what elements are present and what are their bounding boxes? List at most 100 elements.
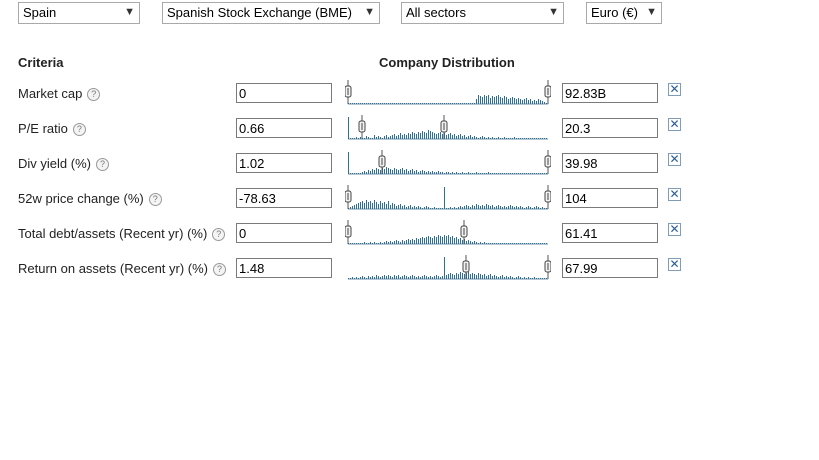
min-slider-handle[interactable] (345, 80, 352, 104)
histogram-bar (384, 275, 385, 279)
histogram-bar (442, 208, 443, 209)
min-input[interactable]: 0 (236, 83, 332, 103)
remove-icon[interactable]: ✕ (668, 258, 681, 271)
histogram-bar (436, 172, 437, 174)
histogram-bar (456, 237, 457, 244)
histogram-bar (412, 132, 413, 139)
histogram-bar (512, 277, 513, 279)
histogram-bar (494, 207, 495, 209)
currency-select[interactable]: Euro (€) ▼ (586, 2, 662, 24)
help-icon[interactable]: ? (212, 228, 226, 242)
histogram-bar (488, 275, 489, 279)
remove-icon[interactable]: ✕ (668, 118, 681, 131)
max-input[interactable]: 92.83B (562, 83, 658, 103)
histogram-bar (480, 173, 481, 174)
histogram-bar (440, 208, 441, 209)
sector-select[interactable]: All sectors ▼ (401, 2, 564, 24)
max-input[interactable]: 61.41 (562, 223, 658, 243)
exchange-select[interactable]: Spanish Stock Exchange (BME) ▼ (162, 2, 380, 24)
histogram-bar (476, 137, 477, 139)
remove-icon[interactable]: ✕ (668, 153, 681, 166)
min-input[interactable]: 1.02 (236, 153, 332, 173)
histogram-bar (442, 103, 443, 104)
histogram-bar (428, 207, 429, 209)
histogram-bar (498, 277, 499, 279)
min-input[interactable]: -78.63 (236, 188, 332, 208)
max-input[interactable]: 104 (562, 188, 658, 208)
histogram-bar (518, 98, 519, 104)
help-icon[interactable]: ? (87, 88, 101, 102)
criteria-label-text: Return on assets (Recent yr) (%) (18, 261, 209, 276)
min-slider-handle[interactable] (358, 115, 366, 139)
remove-icon[interactable]: ✕ (668, 188, 681, 201)
histogram-bar (440, 103, 441, 104)
histogram-bar (462, 172, 463, 174)
histogram-bar (518, 207, 519, 209)
histogram-bar (378, 136, 379, 139)
max-input[interactable]: 20.3 (562, 118, 658, 138)
help-icon[interactable]: ? (148, 193, 162, 207)
histogram-bar (374, 170, 375, 174)
max-input[interactable]: 67.99 (562, 258, 658, 278)
histogram-bar (394, 241, 395, 244)
histogram-bar (490, 206, 491, 209)
histogram-bar (388, 242, 389, 244)
histogram-bar (462, 103, 463, 104)
histogram-bar (402, 103, 403, 104)
max-input[interactable]: 39.98 (562, 153, 658, 173)
max-slider-handle[interactable] (544, 150, 551, 174)
histogram-bar (510, 138, 511, 139)
histogram-bar (456, 172, 457, 174)
histogram-bar (466, 103, 467, 104)
histogram-bar (480, 96, 481, 104)
histogram-bar (542, 138, 543, 139)
min-slider-handle[interactable] (345, 220, 352, 244)
histogram-bar (534, 100, 535, 104)
histogram-bar (384, 202, 385, 209)
histogram-bar (512, 97, 513, 104)
histogram-bar (400, 169, 401, 174)
help-icon[interactable]: ? (95, 158, 109, 172)
min-input[interactable]: 1.48 (236, 258, 332, 278)
histogram-bar (350, 103, 351, 104)
histogram-bar (396, 240, 397, 244)
remove-icon[interactable]: ✕ (668, 223, 681, 236)
histogram-bar (518, 276, 519, 279)
min-input[interactable]: 0 (236, 223, 332, 243)
histogram-bar (384, 242, 385, 244)
min-input[interactable]: 0.66 (236, 118, 332, 138)
histogram-bar (428, 171, 429, 174)
histogram-bar (528, 206, 529, 209)
histogram-bar (500, 138, 501, 139)
country-select[interactable]: Spain ▼ (18, 2, 140, 24)
histogram-bar (388, 137, 389, 139)
help-icon[interactable]: ? (72, 123, 86, 137)
help-icon[interactable]: ? (213, 263, 227, 277)
histogram-bar (412, 103, 413, 104)
max-slider-handle[interactable] (544, 80, 551, 104)
criteria-row: Market cap? 0 92.83B ✕ (0, 80, 819, 105)
currency-select-value: Euro (€) (591, 5, 638, 20)
max-slider-handle[interactable] (544, 185, 551, 209)
histogram-bar (364, 103, 365, 104)
histogram-bar (382, 138, 383, 139)
histogram-bar (366, 103, 367, 104)
histogram-bar (524, 99, 525, 104)
histogram-bar (374, 242, 375, 244)
histogram-bar (384, 169, 385, 174)
max-slider-handle[interactable] (460, 220, 468, 244)
histogram-bar (500, 173, 501, 174)
min-slider-handle[interactable] (345, 185, 352, 209)
histogram-bar (478, 173, 479, 174)
max-slider-handle[interactable] (544, 255, 551, 279)
histogram-bar (452, 208, 453, 209)
criteria-header: Criteria (18, 55, 64, 70)
histogram-bar (422, 208, 423, 209)
histogram-bar (426, 133, 427, 139)
histogram-bar (350, 173, 351, 174)
histogram-bar (520, 206, 521, 209)
histogram-bar (514, 278, 515, 279)
country-select-value: Spain (23, 5, 57, 20)
histogram-bar (472, 242, 473, 244)
remove-icon[interactable]: ✕ (668, 83, 681, 96)
